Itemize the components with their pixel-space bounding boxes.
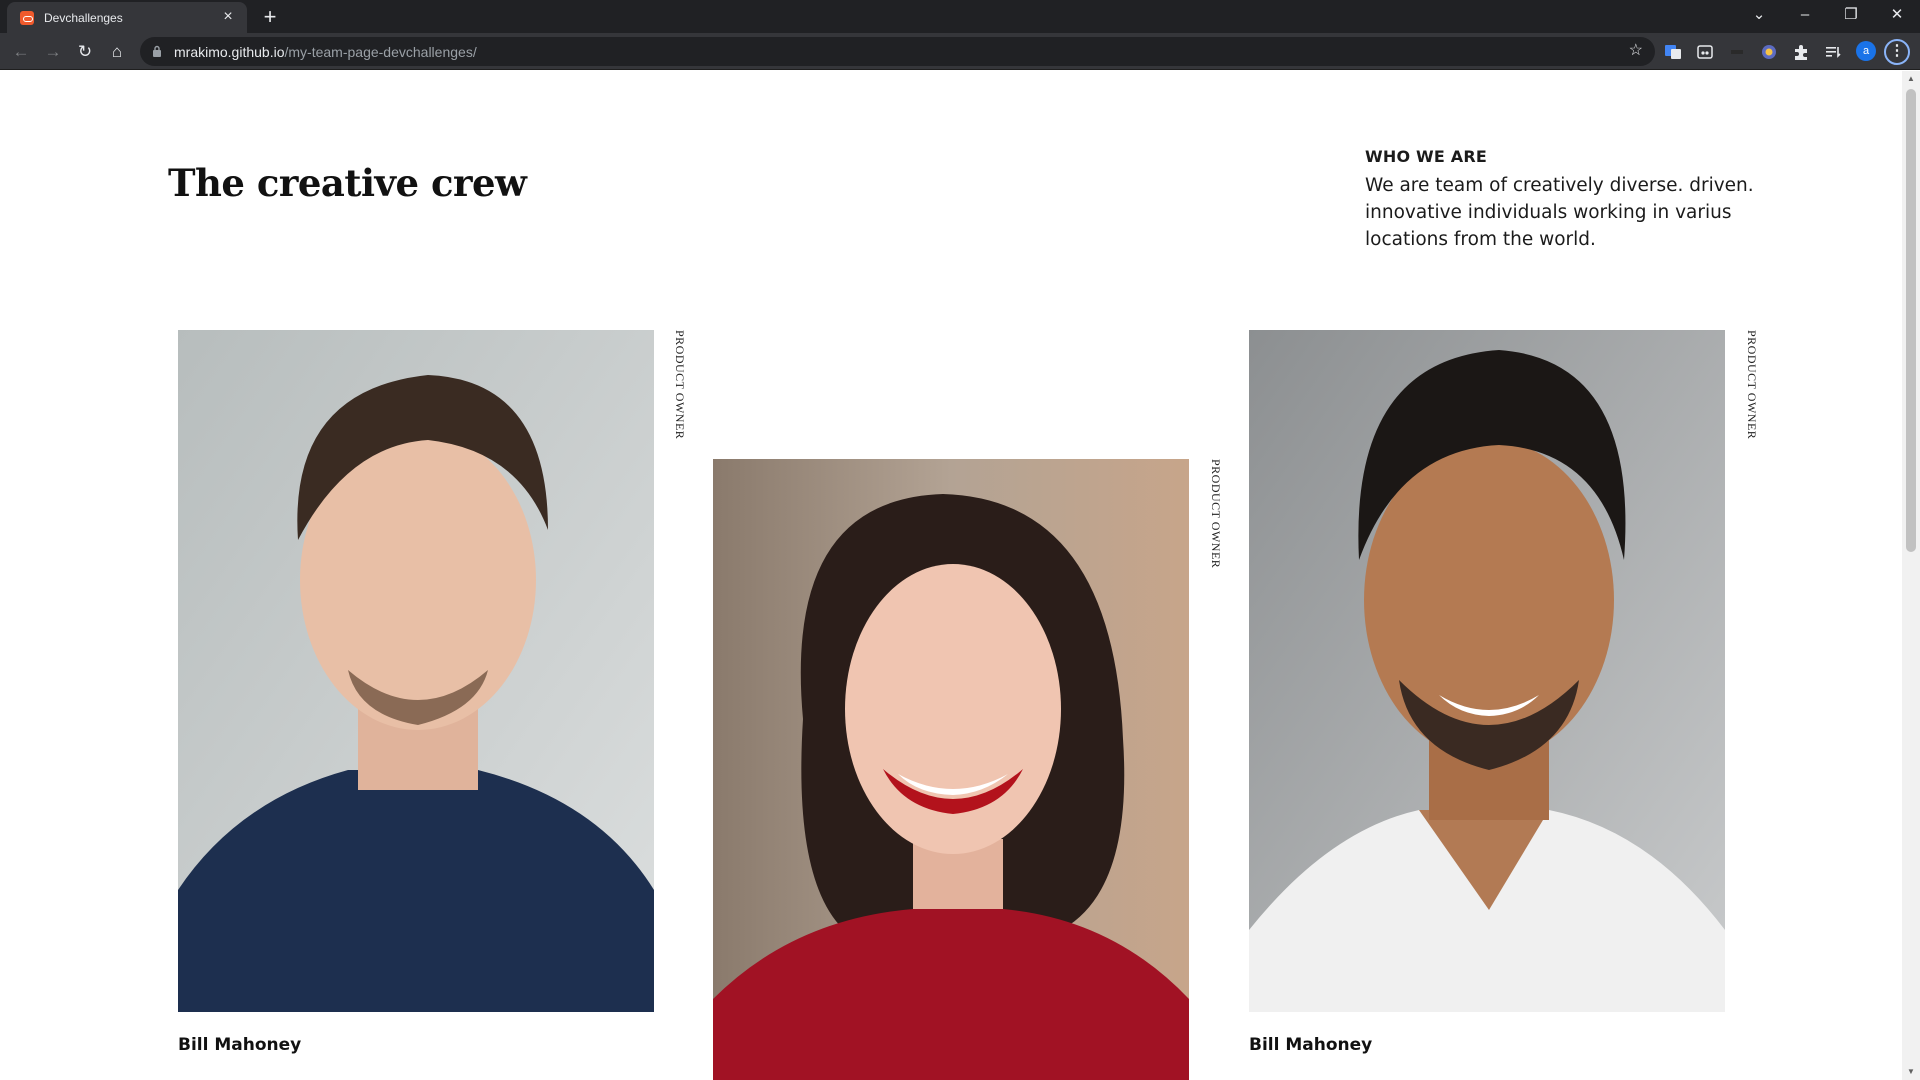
extension-icon[interactable] [1759,42,1779,62]
url-text: mrakimo.github.io/my-team-page-devchalle… [174,44,477,60]
forward-button[interactable]: → [40,39,66,65]
address-bar[interactable]: mrakimo.github.io/my-team-page-devchalle… [140,37,1655,66]
browser-tab[interactable]: Devchallenges × [7,2,247,33]
translate-extension-icon[interactable] [1663,42,1683,62]
browser-titlebar: Devchallenges × + ⌄ – ❐ ✕ [0,0,1920,33]
member-role: PRODUCT OWNER [673,330,687,440]
tab-search-icon[interactable]: ⌄ [1736,0,1782,30]
restore-button[interactable]: ❐ [1828,0,1874,30]
who-we-are-text: We are team of creatively diverse. drive… [1365,175,1754,250]
extension-icon[interactable] [1727,42,1747,62]
member-photo [713,459,1189,1080]
puzzle-extensions-icon[interactable] [1791,42,1811,62]
tab-title: Devchallenges [44,11,123,25]
minimize-button[interactable]: – [1782,0,1828,30]
browser-toolbar: ← → ↻ ⌂ mrakimo.github.io/my-team-page-d… [0,33,1920,70]
member-role: PRODUCT OWNER [1745,330,1759,440]
url-path: /my-team-page-devchallenges/ [284,44,477,60]
scroll-down-icon[interactable]: ▼ [1906,1067,1916,1077]
who-we-are-title: WHO WE ARE [1365,147,1487,166]
new-tab-button[interactable]: + [257,4,283,30]
extension-icon[interactable] [1695,42,1715,62]
bookmark-star-icon[interactable]: ☆ [1629,41,1643,61]
chrome-menu-icon[interactable]: ⋮ [1884,39,1910,65]
devchallenges-favicon-icon [20,11,34,25]
who-we-are-section: WHO WE ARE We are team of creatively div… [1365,147,1765,253]
page-content: The creative crew WHO WE ARE We are team… [0,71,1902,1080]
home-button[interactable]: ⌂ [104,39,130,65]
member-photo [1249,330,1725,1012]
close-window-button[interactable]: ✕ [1874,0,1920,30]
url-domain: mrakimo.github.io [174,44,285,60]
member-photo [178,330,654,1012]
scrollbar-thumb[interactable] [1906,89,1916,552]
page-scrollbar[interactable]: ▲ ▼ [1902,71,1920,1080]
reading-list-icon[interactable] [1823,42,1843,62]
lock-icon [153,45,161,57]
profile-avatar[interactable]: a [1856,41,1876,61]
back-button[interactable]: ← [8,39,34,65]
close-tab-icon[interactable]: × [219,8,237,26]
member-role: PRODUCT OWNER [1209,459,1223,569]
page-title: The creative crew [168,161,527,205]
member-name: Bill Mahoney [1249,1035,1373,1055]
scroll-up-icon[interactable]: ▲ [1906,74,1916,84]
member-name: Bill Mahoney [178,1035,302,1055]
reload-button[interactable]: ↻ [72,39,98,65]
